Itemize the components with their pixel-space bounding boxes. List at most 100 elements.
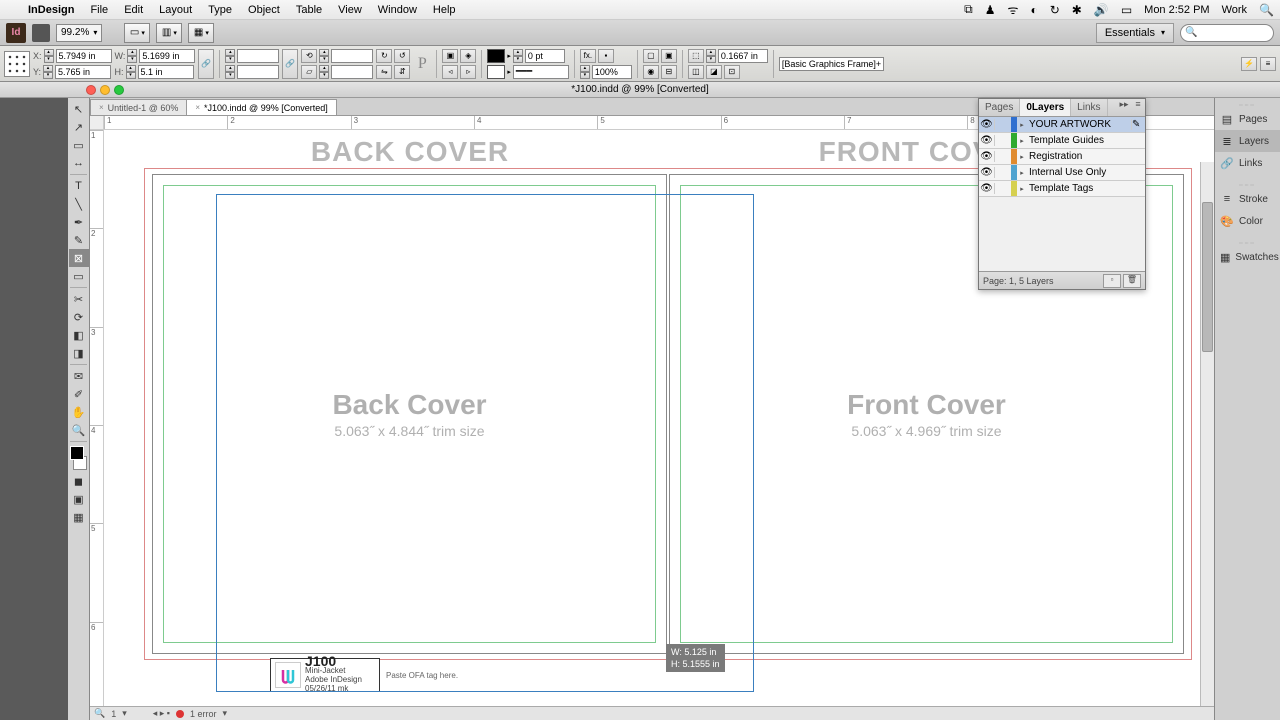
gradient-swatch-tool[interactable]: ◧ bbox=[69, 326, 89, 344]
document-tab[interactable]: ×Untitled-1 @ 60% bbox=[90, 99, 187, 115]
layer-name[interactable]: Template Tags bbox=[1027, 183, 1131, 194]
rotate-ccw-button[interactable]: ↺ bbox=[394, 49, 410, 63]
menu-edit[interactable]: Edit bbox=[116, 4, 151, 16]
dock-pages[interactable]: ▤Pages bbox=[1215, 108, 1280, 130]
select-prev-button[interactable]: ◃ bbox=[442, 65, 458, 79]
width-input[interactable]: 5.1699 in bbox=[139, 49, 195, 63]
status-zoom-icon[interactable]: 🔍 bbox=[94, 708, 105, 719]
y-position-input[interactable]: 5.765 in bbox=[55, 65, 111, 79]
rotate-cw-button[interactable]: ↻ bbox=[376, 49, 392, 63]
gap-tool[interactable]: ↔ bbox=[69, 154, 89, 172]
status-sync-icon[interactable]: ↻ bbox=[1044, 3, 1066, 17]
menu-type[interactable]: Type bbox=[200, 4, 240, 16]
select-next-button[interactable]: ▹ bbox=[460, 65, 476, 79]
workspace-switcher[interactable]: Essentials bbox=[1096, 23, 1174, 43]
help-search-input[interactable]: 🔍 bbox=[1180, 24, 1274, 42]
flip-h-button[interactable]: ⇋ bbox=[376, 65, 392, 79]
status-battery-icon[interactable]: ▭ bbox=[1115, 3, 1138, 17]
status-bluetooth-icon[interactable]: ✱ bbox=[1066, 3, 1088, 17]
dock-color[interactable]: 🎨Color bbox=[1215, 210, 1280, 232]
flip-v-button[interactable]: ⇵ bbox=[394, 65, 410, 79]
status-volume-icon[interactable]: 🔊 bbox=[1088, 3, 1115, 17]
center-content-button[interactable]: ⊡ bbox=[724, 65, 740, 79]
panel-menu-icon[interactable]: ≡ bbox=[1131, 99, 1145, 116]
zoom-tool[interactable]: 🔍 bbox=[69, 421, 89, 439]
wrap-none-button[interactable]: ▢ bbox=[643, 49, 659, 63]
scale-y-input[interactable] bbox=[237, 65, 279, 79]
ruler-origin[interactable] bbox=[90, 116, 104, 130]
layer-row[interactable]: 👁 ▸ YOUR ARTWORK ✎ bbox=[979, 117, 1145, 133]
stroke-style-select[interactable]: ━━━ bbox=[513, 65, 569, 79]
back-cover-page[interactable]: Back Cover 5.063˝ x 4.844˝ trim size bbox=[152, 174, 667, 654]
document-tab[interactable]: ×*J100.indd @ 99% [Converted] bbox=[186, 99, 336, 115]
fill-stroke-swatches[interactable] bbox=[70, 446, 87, 470]
x-position-input[interactable]: 5.7949 in bbox=[56, 49, 112, 63]
type-tool[interactable]: T bbox=[69, 177, 89, 195]
corner-size-input[interactable]: 0.1667 in bbox=[718, 49, 768, 63]
visibility-toggle-icon[interactable]: 👁 bbox=[979, 183, 995, 194]
fx-button[interactable]: fx. bbox=[580, 49, 596, 63]
rectangle-frame-tool[interactable]: ⊠ bbox=[69, 249, 89, 267]
height-input[interactable]: 5.1 in bbox=[138, 65, 194, 79]
note-tool[interactable]: ✉ bbox=[69, 367, 89, 385]
status-screenshare-icon[interactable]: ⧉ bbox=[958, 2, 979, 17]
drop-shadow-button[interactable]: ▪ bbox=[598, 49, 614, 63]
layer-target-icon[interactable]: ✎ bbox=[1131, 119, 1145, 130]
layer-name[interactable]: Template Guides bbox=[1027, 135, 1131, 146]
dock-layers[interactable]: ≣Layers bbox=[1215, 130, 1280, 152]
close-tab-icon[interactable]: × bbox=[195, 103, 200, 112]
menu-window[interactable]: Window bbox=[370, 4, 425, 16]
dock-links[interactable]: 🔗Links bbox=[1215, 152, 1280, 174]
layer-name[interactable]: YOUR ARTWORK bbox=[1027, 119, 1131, 130]
preflight-error-icon[interactable] bbox=[176, 710, 184, 718]
layer-row[interactable]: 👁 ▸ Template Guides bbox=[979, 133, 1145, 149]
shear-input[interactable] bbox=[331, 65, 373, 79]
menu-help[interactable]: Help bbox=[425, 4, 464, 16]
disclosure-icon[interactable]: ▸ bbox=[1017, 121, 1027, 129]
line-tool[interactable]: ╲ bbox=[69, 195, 89, 213]
menu-view[interactable]: View bbox=[330, 4, 370, 16]
scissors-tool[interactable]: ✂ bbox=[69, 290, 89, 308]
visibility-toggle-icon[interactable]: 👁 bbox=[979, 119, 995, 130]
disclosure-icon[interactable]: ▸ bbox=[1017, 169, 1027, 177]
select-container-button[interactable]: ▣ bbox=[442, 49, 458, 63]
eyedropper-tool[interactable]: ✐ bbox=[69, 385, 89, 403]
selection-tool[interactable]: ↖ bbox=[69, 100, 89, 118]
zoom-window-button[interactable] bbox=[114, 85, 124, 95]
app-name-menu[interactable]: InDesign bbox=[20, 4, 82, 16]
layer-name[interactable]: Registration bbox=[1027, 151, 1131, 162]
fill-swatch[interactable] bbox=[487, 49, 505, 63]
panel-tab-pages[interactable]: Pages bbox=[979, 99, 1020, 116]
panel-tab-links[interactable]: Links bbox=[1071, 99, 1107, 116]
rectangle-tool[interactable]: ▭ bbox=[69, 267, 89, 285]
status-clock[interactable]: Mon 2:52 PM bbox=[1138, 4, 1215, 16]
menu-table[interactable]: Table bbox=[288, 4, 330, 16]
delete-layer-button[interactable]: 🗑 bbox=[1123, 274, 1141, 288]
vertical-scrollbar[interactable] bbox=[1200, 162, 1214, 706]
spotlight-icon[interactable]: 🔍 bbox=[1253, 3, 1280, 17]
corner-options-icon[interactable]: ⬚ bbox=[688, 49, 704, 63]
menu-file[interactable]: File bbox=[82, 4, 116, 16]
vertical-ruler[interactable]: 123456 bbox=[90, 130, 104, 720]
visibility-toggle-icon[interactable]: 👁 bbox=[979, 135, 995, 146]
quick-apply-button[interactable]: ⚡ bbox=[1241, 57, 1257, 71]
close-tab-icon[interactable]: × bbox=[99, 103, 104, 112]
status-ink-icon[interactable]: ♟ bbox=[979, 3, 1002, 17]
wrap-shape-button[interactable]: ◉ bbox=[643, 65, 659, 79]
scale-x-input[interactable] bbox=[237, 49, 279, 63]
gradient-feather-tool[interactable]: ◨ bbox=[69, 344, 89, 362]
constrain-proportions-icon[interactable]: 🔗 bbox=[198, 49, 214, 79]
menu-object[interactable]: Object bbox=[240, 4, 288, 16]
hand-tool[interactable]: ✋ bbox=[69, 403, 89, 421]
disclosure-icon[interactable]: ▸ bbox=[1017, 137, 1027, 145]
visibility-toggle-icon[interactable]: 👁 bbox=[979, 167, 995, 178]
visibility-toggle-icon[interactable]: 👁 bbox=[979, 151, 995, 162]
apply-color-button[interactable]: ◼ bbox=[69, 472, 89, 490]
disclosure-icon[interactable]: ▸ bbox=[1017, 185, 1027, 193]
reference-point-grid[interactable] bbox=[4, 51, 30, 77]
wrap-bbox-button[interactable]: ▣ bbox=[661, 49, 677, 63]
bridge-icon[interactable] bbox=[32, 24, 50, 42]
stroke-weight-input[interactable]: 0 pt bbox=[525, 49, 565, 63]
constrain-scale-icon[interactable]: 🔗 bbox=[282, 49, 298, 79]
preview-view-button[interactable]: ▦ bbox=[69, 508, 89, 526]
